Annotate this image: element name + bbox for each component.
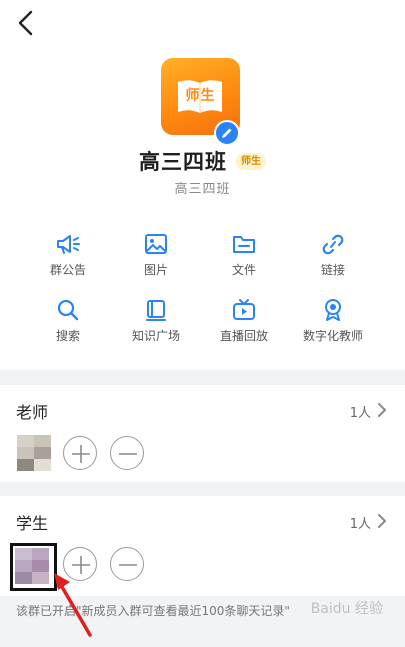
group-avatar[interactable]: 师生	[161, 58, 240, 146]
feature-links[interactable]: 链接	[288, 232, 378, 278]
chevron-right-icon[interactable]	[377, 403, 387, 417]
folder-icon	[233, 236, 255, 253]
teachers-title: 老师	[16, 403, 49, 422]
students-title: 学生	[16, 514, 49, 533]
watermark: Baidu 经验	[310, 601, 383, 617]
tv-replay-icon	[233, 299, 255, 320]
group-subtitle: 高三四班	[174, 182, 231, 197]
teacher-avatar[interactable]	[17, 435, 51, 471]
chevron-right-icon[interactable]	[377, 514, 387, 528]
group-name: 高三四班	[138, 150, 227, 174]
search-icon	[57, 299, 79, 321]
feature-label: 图片	[143, 263, 168, 277]
feature-label: 文件	[231, 263, 256, 277]
feature-digital-teacher[interactable]: 数字化教师	[288, 298, 378, 344]
pencil-icon	[222, 128, 232, 138]
image-icon	[145, 234, 167, 254]
feature-label: 直播回放	[219, 329, 268, 343]
group-title-row: 高三四班 师生	[0, 146, 405, 176]
edit-avatar-button[interactable]	[214, 120, 240, 146]
feature-knowledge[interactable]: 知识广场	[111, 298, 201, 344]
remove-teacher-button[interactable]	[110, 436, 144, 470]
badge-icon	[325, 299, 341, 321]
feature-announcement[interactable]: 群公告	[23, 232, 113, 278]
avatar-text: 师生	[185, 88, 216, 104]
add-teacher-button[interactable]	[63, 436, 97, 470]
megaphone-icon	[57, 235, 80, 254]
teachers-count[interactable]: 1人	[350, 402, 371, 421]
teachers-section: 老师 1人	[0, 385, 405, 482]
feature-files[interactable]: 文件	[199, 232, 289, 278]
feature-label: 搜索	[55, 329, 80, 343]
knowledge-icon	[146, 300, 166, 321]
minus-icon	[119, 453, 137, 455]
group-header: 师生 高三四班 师生 高三四班 群公告 图片 文件 链接 搜索 知识广场 直播回…	[0, 48, 405, 370]
feature-label: 知识广场	[131, 329, 180, 343]
feature-label: 数字化教师	[302, 329, 363, 343]
red-arrow-icon	[54, 573, 92, 637]
link-icon	[322, 234, 344, 255]
feature-images[interactable]: 图片	[111, 232, 201, 278]
top-bar	[0, 0, 405, 48]
feature-search[interactable]: 搜索	[23, 298, 113, 344]
students-count[interactable]: 1人	[350, 513, 371, 532]
feature-live-replay[interactable]: 直播回放	[199, 298, 289, 344]
back-arrow-icon[interactable]	[14, 10, 38, 36]
remove-student-button[interactable]	[110, 547, 144, 581]
plus-icon	[72, 445, 90, 463]
role-badge: 师生	[236, 152, 267, 170]
feature-label: 链接	[320, 263, 345, 277]
minus-icon	[119, 564, 137, 566]
feature-label: 群公告	[49, 263, 86, 277]
